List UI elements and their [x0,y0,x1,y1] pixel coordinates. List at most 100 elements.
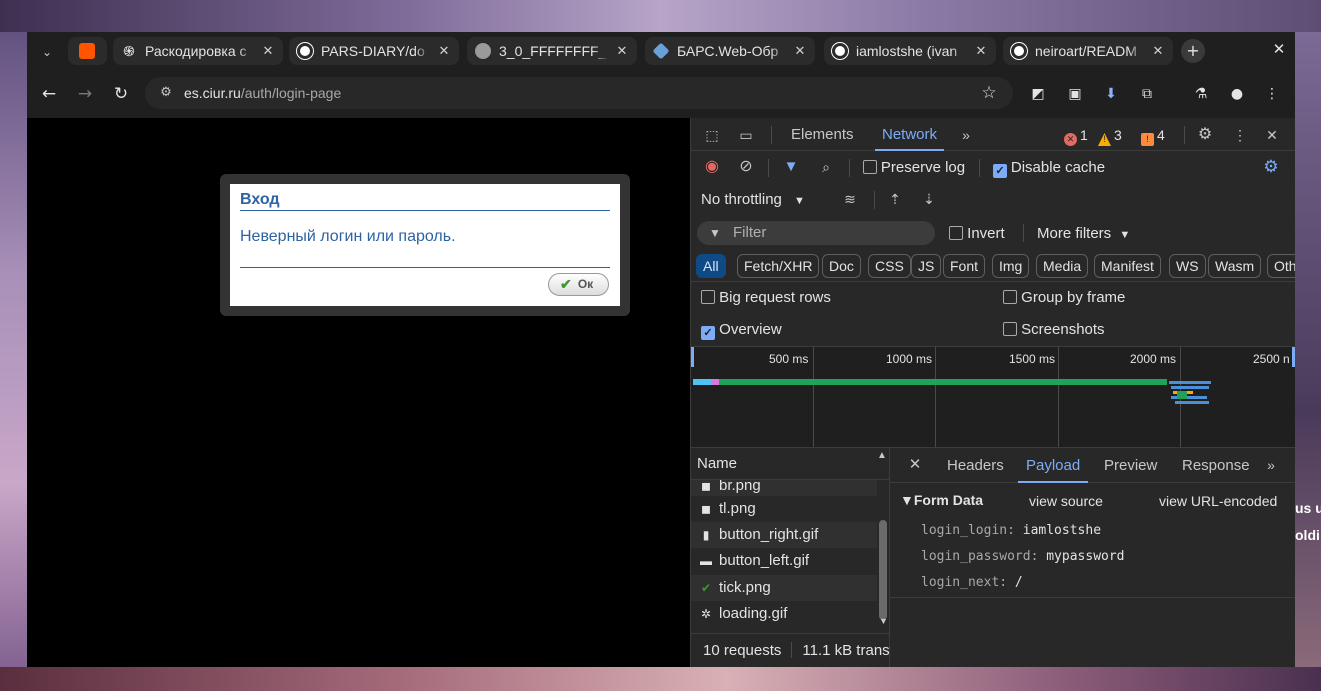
close-devtools-icon[interactable]: ✕ [1261,125,1283,145]
tab-iamlostshe[interactable]: iamlostshe (ivan ✕ [824,37,996,65]
chip-manifest[interactable]: Manifest [1094,254,1161,278]
more-filters-dropdown[interactable]: More filters ▼ [1037,225,1130,242]
tab-bars-file[interactable]: 3_0_FFFFFFFF_ ✕ [467,37,637,65]
filter-funnel-icon[interactable]: ▼ [780,157,802,177]
list-item[interactable]: ▬ button_left.gif [691,548,877,574]
error-count-badge[interactable]: ✕ 1 [1064,126,1088,146]
tab-close-icon[interactable]: ✕ [613,37,631,65]
more-tabs-chevron-icon[interactable]: » [1260,455,1282,475]
window-close-icon[interactable]: ✕ [1270,40,1288,60]
chip-wasm[interactable]: Wasm [1208,254,1262,278]
list-item[interactable]: ▮ button_right.gif [691,522,877,548]
device-toolbar-icon[interactable]: ▭ [735,125,757,145]
scrollbar-thumb[interactable] [879,520,887,620]
tab-close-icon[interactable]: ✕ [259,37,277,65]
overview-checkbox[interactable]: ✓ Overview [701,321,782,340]
ok-button[interactable]: ✔ Ок [548,273,609,296]
puzzle-extensions-icon[interactable]: ⧉ [1135,82,1159,106]
tab-openai[interactable]: ֍ Раскодировка с ✕ [113,37,283,65]
tab-pars-diary[interactable]: PARS-DIARY/do ✕ [289,37,459,65]
profile-avatar-icon[interactable]: ● [1225,82,1249,106]
clear-log-icon[interactable]: ⊘ [735,157,757,177]
devtools-menu-icon[interactable]: ⋮ [1229,125,1251,145]
tab-response[interactable]: Response [1182,448,1250,483]
tab-payload[interactable]: Payload [1018,448,1089,483]
chip-all[interactable]: All [696,254,726,278]
checkbox[interactable] [949,226,963,240]
export-har-icon[interactable]: ⇣ [918,189,940,209]
view-source-link[interactable]: view source [1029,493,1103,509]
chip-other[interactable]: Oth [1267,254,1295,278]
filter-input[interactable]: ▼ Filter [697,221,935,245]
tab-elements[interactable]: Elements [791,118,854,151]
screenshots-checkbox[interactable]: Screenshots [1003,321,1105,338]
chip-css[interactable]: CSS [868,254,911,278]
form-data-section-toggle[interactable]: ▼Form Data [900,492,983,508]
throttling-select[interactable]: No throttling ▼ [701,191,805,208]
chip-doc[interactable]: Doc [822,254,861,278]
disable-cache-checkbox[interactable]: ✓ Disable cache [993,159,1105,178]
sort-caret-up-icon[interactable]: ▲ [877,450,887,461]
chip-js[interactable]: JS [911,254,942,278]
close-detail-icon[interactable]: ✕ [904,455,926,475]
url-text[interactable]: es.ciur.ru/auth/login-page [184,77,341,109]
more-tabs-chevron-icon[interactable]: » [955,125,977,145]
new-tab-button[interactable]: + [1181,39,1205,63]
list-item[interactable]: ◼ br.png [691,480,877,496]
tab-close-icon[interactable]: ✕ [972,37,990,65]
tab-close-icon[interactable]: ✕ [791,37,809,65]
network-conditions-icon[interactable]: ≋ [839,189,861,209]
reload-icon[interactable]: ↻ [109,82,133,106]
settings-gear-icon[interactable]: ⚙ [1194,125,1216,145]
tab-soundcloud[interactable] [68,37,107,65]
extension-icon[interactable]: ◩ [1026,82,1050,106]
checkbox[interactable] [863,160,877,174]
chip-ws[interactable]: WS [1169,254,1206,278]
tab-search-chevron-icon[interactable]: ⌄ [35,40,59,64]
tab-neiroart[interactable]: neiroart/READM ✕ [1003,37,1173,65]
reader-mode-icon[interactable]: ▣ [1063,82,1087,106]
list-item[interactable]: ✲ loading.gif [691,601,877,627]
checkbox-checked[interactable]: ✓ [993,164,1007,178]
chip-fetch-xhr[interactable]: Fetch/XHR [737,254,820,278]
tab-preview[interactable]: Preview [1104,448,1157,483]
timeline-left-handle[interactable] [691,347,694,367]
tab-close-icon[interactable]: ✕ [1149,37,1167,65]
list-item[interactable]: ✔ tick.png [691,575,877,601]
chip-img[interactable]: Img [992,254,1030,278]
view-url-encoded-link[interactable]: view URL-encoded [1159,493,1277,509]
import-har-icon[interactable]: ⇡ [884,189,906,209]
network-settings-gear-icon[interactable]: ⚙ [1260,157,1282,177]
chip-font[interactable]: Font [943,254,986,278]
download-extension-icon[interactable]: ⬇ [1099,82,1123,106]
address-bar[interactable]: ⚙ es.ciur.ru/auth/login-page ☆ [145,77,1013,109]
tab-headers[interactable]: Headers [947,448,1004,483]
list-item[interactable]: ◼ tl.png [691,496,877,522]
big-request-rows-checkbox[interactable]: Big request rows [701,289,831,306]
checkbox[interactable] [1003,322,1017,336]
tab-bars-web[interactable]: БАРС.Web-Обр ✕ [645,37,815,65]
request-list-scrollbar[interactable]: ▼ [877,480,889,633]
record-stop-icon[interactable]: ◉ [701,157,723,177]
group-by-frame-checkbox[interactable]: Group by frame [1003,289,1125,306]
warning-count-badge[interactable]: ! 3 [1098,126,1122,146]
checkbox[interactable] [701,290,715,304]
timeline-right-handle[interactable] [1292,347,1295,367]
back-arrow-icon[interactable]: ← [37,82,61,106]
preserve-log-checkbox[interactable]: Preserve log [863,159,965,176]
bookmark-star-icon[interactable]: ☆ [979,83,999,103]
inspect-element-icon[interactable]: ⬚ [701,125,723,145]
tab-network[interactable]: Network [875,118,945,151]
labs-flask-icon[interactable]: ⚗ [1189,82,1213,106]
invert-checkbox[interactable]: Invert [949,225,1005,242]
checkbox-checked[interactable]: ✓ [701,326,715,340]
site-settings-icon[interactable]: ⚙ [157,84,175,102]
network-overview-timeline[interactable]: 500 ms 1000 ms 1500 ms 2000 ms 2500 n [691,346,1295,448]
tab-close-icon[interactable]: ✕ [435,37,453,65]
forward-arrow-icon[interactable]: → [73,82,97,106]
issues-count-badge[interactable]: ! 4 [1141,126,1165,146]
scroll-down-caret-icon[interactable]: ▼ [879,616,888,626]
search-icon[interactable]: ⌕ [815,157,837,177]
name-column-header[interactable]: Name [691,448,890,480]
checkbox[interactable] [1003,290,1017,304]
